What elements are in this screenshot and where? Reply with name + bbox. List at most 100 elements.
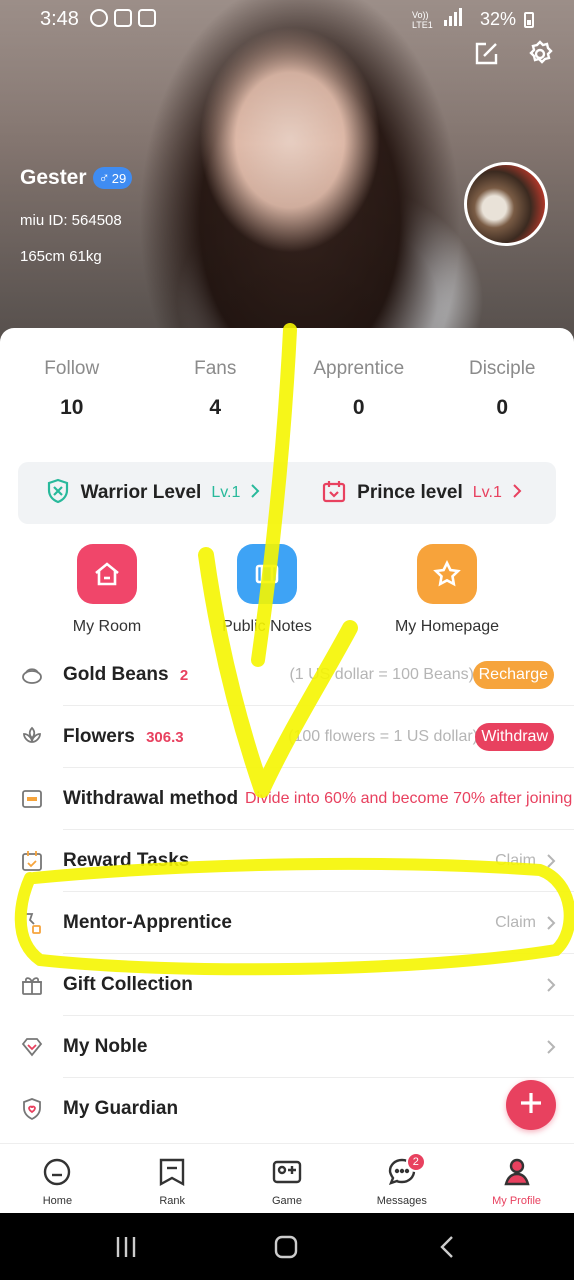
home-button-icon[interactable] bbox=[274, 1235, 298, 1259]
nav-my-profile[interactable]: My Profile bbox=[459, 1144, 574, 1213]
profile-tab-icon bbox=[501, 1158, 533, 1192]
gallery-icon bbox=[114, 9, 132, 27]
count-label: Fans bbox=[194, 358, 237, 379]
home-icon bbox=[77, 544, 137, 604]
prince-level[interactable]: Prince level Lv.1 bbox=[287, 478, 556, 509]
recent-apps-icon[interactable] bbox=[114, 1235, 138, 1259]
withdrawal-title: Withdrawal method bbox=[63, 788, 239, 809]
shortcut-label: My Room bbox=[72, 618, 142, 635]
my-room-shortcut[interactable]: My Room bbox=[27, 544, 187, 636]
claim-label[interactable]: Claim bbox=[495, 852, 536, 870]
battery-icon bbox=[524, 11, 534, 28]
game-tab-icon bbox=[271, 1160, 303, 1192]
add-button[interactable] bbox=[506, 1080, 556, 1130]
claim-label[interactable]: Claim bbox=[495, 914, 536, 932]
chevron-right-icon bbox=[544, 1040, 558, 1054]
system-navigation-bar bbox=[0, 1213, 574, 1280]
guardian-shield-icon bbox=[20, 1097, 44, 1121]
withdrawal-method-row[interactable]: Withdrawal method Divide into 60% and be… bbox=[0, 768, 574, 830]
level-tag: Lv.1 bbox=[211, 484, 241, 501]
flower-icon bbox=[20, 725, 44, 749]
gift-collection-title: Gift Collection bbox=[63, 974, 193, 995]
whatsapp-icon bbox=[90, 9, 108, 27]
nav-label: My Profile bbox=[492, 1195, 542, 1207]
fans-count[interactable]: Fans 4 bbox=[144, 358, 288, 420]
level-name: Warrior Level bbox=[80, 482, 202, 503]
nav-label: Game bbox=[272, 1195, 302, 1207]
withdrawal-hint: Divide into 60% and become 70% after joi… bbox=[245, 790, 573, 807]
gift-collection-row[interactable]: Gift Collection bbox=[0, 954, 574, 1016]
shortcut-label: Public Notes bbox=[222, 618, 312, 635]
count-label: Follow bbox=[44, 358, 100, 379]
nav-game[interactable]: Game bbox=[230, 1144, 345, 1213]
network-label: Vo)) LTE1 bbox=[411, 9, 433, 30]
warrior-level[interactable]: Warrior Level Lv.1 bbox=[18, 478, 287, 509]
my-guardian-title: My Guardian bbox=[63, 1098, 179, 1119]
star-icon bbox=[417, 544, 477, 604]
app-notification-icon bbox=[138, 9, 156, 27]
gold-beans-row[interactable]: Gold Beans 2 (1 US dollar = 100 Beans) R… bbox=[0, 644, 574, 706]
flowers-rate-hint: (100 flowers = 1 US dollar) bbox=[288, 728, 478, 745]
my-homepage-shortcut[interactable]: My Homepage bbox=[367, 544, 527, 636]
shield-icon bbox=[45, 478, 71, 509]
reward-tasks-row[interactable]: Reward Tasks Claim bbox=[0, 830, 574, 892]
flowers-value: 306.3 bbox=[146, 729, 184, 746]
level-name: Prince level bbox=[357, 482, 463, 503]
gold-beans-title: Gold Beans bbox=[63, 664, 169, 685]
beans-rate-hint: (1 US dollar = 100 Beans) bbox=[289, 666, 474, 683]
shortcut-grid: My Room Public Notes My Homepage bbox=[0, 544, 574, 644]
apprentice-count[interactable]: Apprentice 0 bbox=[287, 358, 431, 420]
my-noble-title: My Noble bbox=[63, 1036, 148, 1057]
count-label: Disciple bbox=[468, 358, 536, 379]
count-value: 0 bbox=[352, 396, 365, 419]
nav-label: Home bbox=[42, 1195, 73, 1207]
messages-tab-icon bbox=[386, 1158, 418, 1192]
nav-rank[interactable]: Rank bbox=[115, 1144, 230, 1213]
count-value: 10 bbox=[60, 396, 84, 419]
withdraw-button[interactable]: Withdraw bbox=[475, 723, 554, 751]
crown-icon bbox=[321, 478, 347, 509]
back-button-icon[interactable] bbox=[436, 1235, 460, 1259]
count-value: 0 bbox=[496, 396, 509, 419]
edit-profile-icon[interactable] bbox=[472, 40, 500, 68]
home-tab-icon bbox=[41, 1158, 73, 1192]
social-counts: Follow 10 Fans 4 Apprentice 0 Disciple 0 bbox=[0, 358, 574, 420]
profile-name: Gester bbox=[20, 166, 87, 189]
my-noble-row[interactable]: My Noble bbox=[0, 1016, 574, 1078]
public-notes-shortcut[interactable]: Public Notes bbox=[187, 544, 347, 636]
disciple-count[interactable]: Disciple 0 bbox=[431, 358, 574, 420]
wallet-icon bbox=[20, 787, 44, 811]
mentor-icon bbox=[20, 911, 44, 935]
settings-gear-icon[interactable] bbox=[526, 40, 554, 68]
level-panel: Warrior Level Lv.1 Prince level Lv.1 bbox=[18, 462, 556, 524]
level-tag: Lv.1 bbox=[472, 484, 502, 501]
row-title: Flowers 306.3 bbox=[63, 726, 184, 748]
chevron-right-icon bbox=[250, 483, 260, 503]
gift-icon bbox=[20, 973, 44, 997]
male-icon: ♂ bbox=[98, 169, 110, 187]
avatar[interactable] bbox=[464, 162, 548, 246]
beans-icon bbox=[20, 663, 44, 687]
row-title: Gold Beans 2 bbox=[63, 664, 188, 686]
flowers-title: Flowers bbox=[63, 726, 135, 747]
rank-tab-icon bbox=[156, 1158, 188, 1192]
reward-tasks-title: Reward Tasks bbox=[63, 850, 190, 871]
miu-id: miu ID: 564508 bbox=[20, 212, 122, 229]
gold-beans-value: 2 bbox=[179, 667, 189, 684]
diamond-icon bbox=[20, 1035, 44, 1059]
notification-icons bbox=[90, 9, 156, 27]
nav-messages[interactable]: 2 Messages bbox=[344, 1144, 459, 1213]
chevron-right-icon bbox=[544, 978, 558, 992]
profile-card: Follow 10 Fans 4 Apprentice 0 Disciple 0… bbox=[0, 328, 574, 1143]
mentor-apprentice-row[interactable]: Mentor-Apprentice Claim bbox=[0, 892, 574, 954]
my-guardian-row[interactable]: My Guardian bbox=[0, 1078, 574, 1140]
status-bar: 3:48 Vo)) LTE1 32% bbox=[0, 0, 574, 40]
signal-icon bbox=[443, 8, 472, 31]
gender-age-badge: ♂ 29 bbox=[92, 167, 133, 189]
follow-count[interactable]: Follow 10 bbox=[0, 358, 144, 420]
flowers-row[interactable]: Flowers 306.3 (100 flowers = 1 US dollar… bbox=[0, 706, 574, 768]
mentor-apprentice-title: Mentor-Apprentice bbox=[63, 912, 232, 933]
status-time: 3:48 bbox=[40, 8, 79, 30]
recharge-button[interactable]: Recharge bbox=[472, 661, 554, 689]
nav-home[interactable]: Home bbox=[0, 1144, 115, 1213]
